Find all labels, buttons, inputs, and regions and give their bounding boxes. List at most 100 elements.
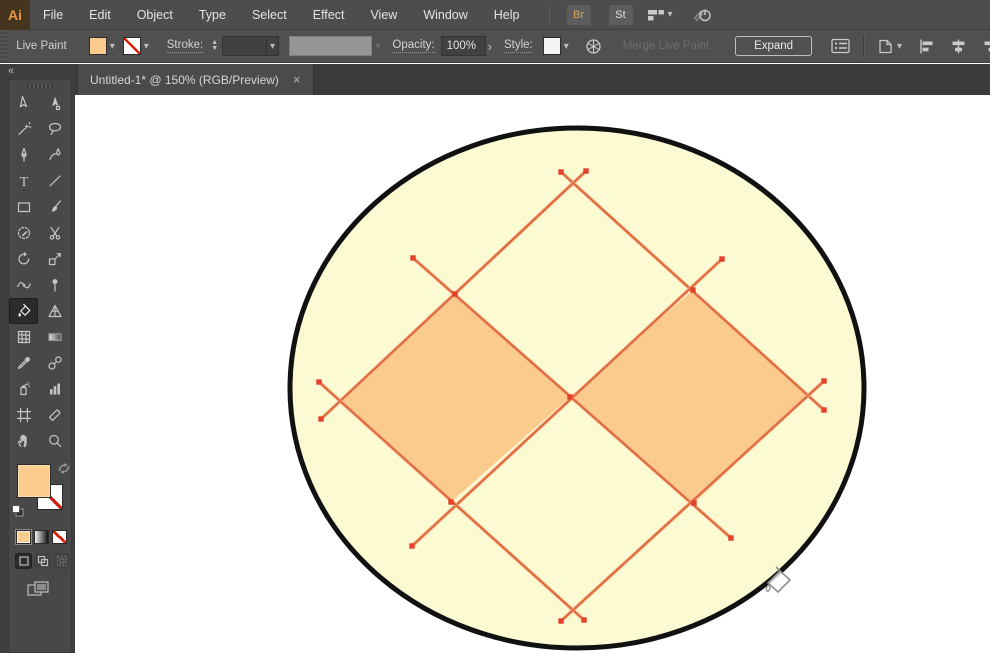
swap-fill-stroke-icon[interactable] (57, 462, 71, 475)
anchor-point[interactable] (316, 379, 322, 385)
svg-text:T: T (19, 175, 28, 189)
anchor-point[interactable] (452, 291, 458, 297)
opacity-expand-icon[interactable]: › (488, 39, 492, 54)
menu-item-object[interactable]: Object (124, 0, 186, 30)
anchor-point[interactable] (821, 407, 827, 413)
line-segment-tool[interactable] (40, 168, 69, 194)
menu-item-select[interactable]: Select (239, 0, 300, 30)
mesh-tool[interactable] (9, 324, 38, 350)
menu-item-effect[interactable]: Effect (300, 0, 358, 30)
align-center-icon[interactable] (950, 39, 967, 54)
fill-color-swatch[interactable]: ▾ (88, 37, 115, 55)
anchor-point[interactable] (719, 256, 725, 262)
fill-indicator[interactable] (17, 464, 51, 498)
symbol-sprayer-tool[interactable] (9, 376, 38, 402)
workspace-switcher-icon[interactable]: ▾ (647, 8, 673, 22)
stock-button[interactable]: St (608, 4, 633, 25)
stroke-none-swatch[interactable]: ▾ (122, 37, 149, 55)
menu-item-file[interactable]: File (30, 0, 76, 30)
opacity-input[interactable]: 100% (440, 36, 486, 56)
align-left-icon[interactable] (919, 39, 936, 54)
magic-wand-tool[interactable] (9, 116, 38, 142)
style-swatch[interactable]: ▾ (542, 37, 569, 55)
paint-style-buttons (15, 529, 71, 545)
column-graph-tool[interactable] (40, 376, 69, 402)
power-icon[interactable] (692, 6, 712, 23)
anchor-point[interactable] (821, 378, 827, 384)
stroke-weight-dropdown[interactable]: ▾ (222, 36, 279, 56)
document-tab[interactable]: Untitled-1* @ 150% (RGB/Preview) × (78, 64, 314, 95)
artboard-tool[interactable] (9, 402, 38, 428)
slice-tool[interactable] (40, 402, 69, 428)
document-icon[interactable]: ▾ (877, 38, 902, 55)
selection-tool[interactable] (9, 90, 38, 116)
draw-normal-button[interactable] (15, 553, 32, 569)
shaper-tool[interactable] (9, 220, 38, 246)
lasso-tool[interactable] (40, 116, 69, 142)
default-fill-stroke-icon[interactable] (11, 504, 25, 518)
live-paint-bucket-tool[interactable] (9, 298, 38, 324)
type-tool[interactable]: T (9, 168, 38, 194)
menu-item-edit[interactable]: Edit (76, 0, 124, 30)
collapse-panel-icon[interactable]: « (8, 65, 14, 77)
anchor-point[interactable] (558, 169, 564, 175)
anchor-point[interactable] (410, 255, 416, 261)
canvas-area[interactable] (75, 95, 990, 653)
paintbrush-tool[interactable] (40, 194, 69, 220)
gap-options-icon[interactable] (831, 38, 850, 54)
recolor-artwork-icon[interactable] (585, 38, 602, 55)
rotate-tool[interactable] (9, 246, 38, 272)
menu-item-window[interactable]: Window (410, 0, 480, 30)
scissors-tool[interactable] (40, 220, 69, 246)
anchor-point[interactable] (567, 394, 573, 400)
scale-tool[interactable] (40, 246, 69, 272)
blend-tool[interactable] (40, 350, 69, 376)
tab-close-icon[interactable]: × (293, 72, 301, 87)
curvature-tool[interactable] (40, 142, 69, 168)
app-logo: Ai (0, 0, 30, 30)
perspective-grid-tool[interactable] (40, 298, 69, 324)
anchor-point[interactable] (448, 499, 454, 505)
align-right-icon[interactable] (981, 39, 990, 54)
drawing-mode-buttons (15, 553, 71, 569)
zoom-tool[interactable] (40, 428, 69, 454)
control-bar-grip[interactable] (0, 30, 7, 62)
illustrator-window: { "app_bar": { "logo_text": "Ai", "menus… (0, 0, 990, 653)
none-button[interactable] (52, 530, 67, 544)
tools-panel: T (8, 79, 72, 653)
panel-grip[interactable] (27, 84, 53, 88)
gradient-button[interactable] (34, 530, 49, 544)
anchor-point[interactable] (690, 287, 696, 293)
hand-tool[interactable] (9, 428, 38, 454)
screen-mode-icon[interactable] (27, 581, 71, 597)
stroke-weight-stepper[interactable]: ▲ ▼ (211, 39, 218, 52)
opacity-label[interactable]: Opacity: (392, 39, 435, 53)
draw-behind-button[interactable] (34, 553, 51, 569)
expand-button[interactable]: Expand (735, 36, 813, 56)
anchor-point[interactable] (583, 168, 589, 174)
menu-item-type[interactable]: Type (186, 0, 239, 30)
puppet-warp-tool[interactable] (40, 272, 69, 298)
brush-definition-dropdown[interactable] (288, 36, 373, 56)
direct-selection-tool[interactable] (40, 90, 69, 116)
chevron-down-icon: ▾ (667, 9, 673, 20)
gradient-tool[interactable] (40, 324, 69, 350)
menu-item-help[interactable]: Help (481, 0, 533, 30)
anchor-point[interactable] (318, 416, 324, 422)
width-tool[interactable] (9, 272, 38, 298)
style-label[interactable]: Style: (503, 39, 533, 53)
menu-items: File Edit Object Type Select Effect View Window… (30, 0, 533, 30)
color-button[interactable] (15, 529, 32, 545)
stroke-label[interactable]: Stroke: (166, 39, 204, 53)
anchor-point[interactable] (691, 500, 697, 506)
anchor-point[interactable] (581, 617, 587, 623)
pen-tool[interactable] (9, 142, 38, 168)
menu-item-view[interactable]: View (357, 0, 410, 30)
bridge-button[interactable]: Br (566, 4, 591, 25)
anchor-point[interactable] (728, 535, 734, 541)
rectangle-tool[interactable] (9, 194, 38, 220)
eyedropper-tool[interactable] (9, 350, 38, 376)
anchor-point[interactable] (558, 618, 564, 624)
document-tab-title: Untitled-1* @ 150% (RGB/Preview) (90, 72, 279, 87)
anchor-point[interactable] (409, 543, 415, 549)
